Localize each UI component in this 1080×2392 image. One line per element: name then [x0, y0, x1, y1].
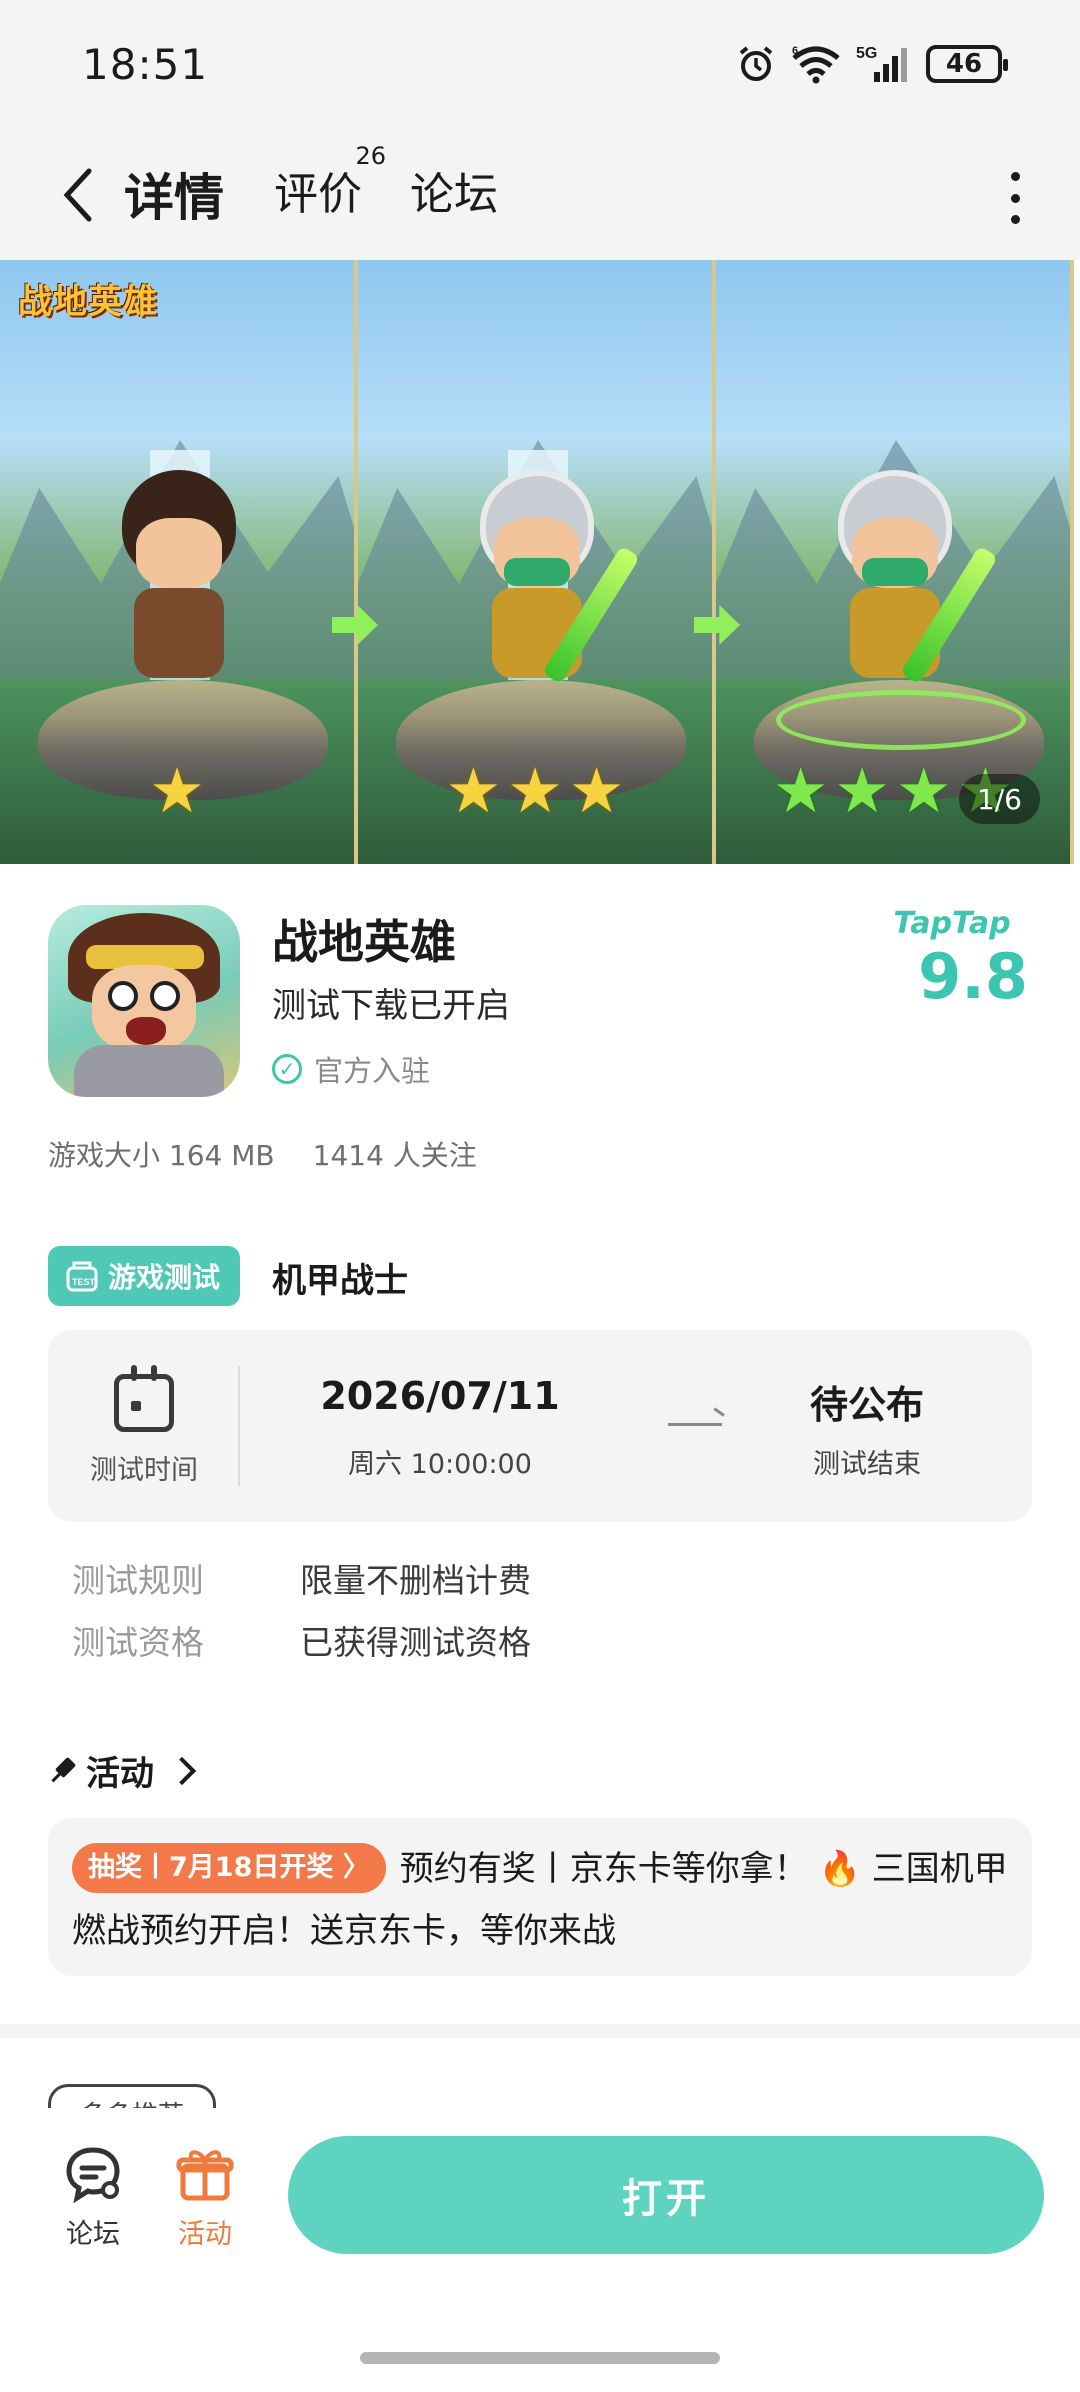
screenshot-carousel[interactable]: ★ 战地英雄 ★ ★ ★ ★ ★ ★ ★ 1/6	[0, 260, 1080, 864]
pin-icon	[42, 1751, 82, 1791]
test-name: 机甲战士	[272, 1261, 408, 1301]
signal-icon: 5G	[856, 45, 907, 82]
qualification-key: 测试资格	[72, 1623, 204, 1662]
more-vertical-icon	[1010, 172, 1020, 181]
app-subtitle: 测试下载已开启	[272, 986, 510, 1026]
activity-section-header[interactable]: 活动	[48, 1746, 197, 1795]
carousel-panel: ★ ★ ★ ★	[716, 260, 1074, 864]
svg-text:TEST: TEST	[72, 1277, 96, 1287]
lottery-badge: 抽奖丨7月18日开奖 〉	[72, 1843, 386, 1893]
hero-character	[104, 470, 254, 700]
tab-detail-label: 详情	[124, 169, 224, 227]
back-arrow-icon	[63, 168, 92, 222]
test-time-label: 测试时间	[90, 1455, 198, 1486]
network-type: 5G	[856, 45, 877, 62]
carousel-counter: 1/6	[958, 774, 1040, 824]
verified-check-icon: ✓	[272, 1054, 302, 1084]
rating-score[interactable]: 9.8	[918, 940, 1028, 1013]
qualification-value: 已获得测试资格	[300, 1623, 531, 1662]
wifi-icon: 6	[792, 45, 840, 84]
status-bar: 18:51 6 5G 46	[0, 0, 1080, 130]
app-meta: 游戏大小 164 MB 1414 人关注	[48, 1134, 477, 1174]
game-logo: 战地英雄	[18, 282, 158, 322]
alarm-icon	[739, 46, 773, 81]
app-icon	[48, 905, 240, 1097]
activity-title: 活动	[86, 1754, 154, 1794]
test-qualification-row: 测试资格 已获得测试资格	[72, 1616, 531, 1664]
official-badge: ✓ 官方入驻	[272, 1048, 430, 1090]
open-button[interactable]: 打开	[288, 2136, 1044, 2254]
rule-key: 测试规则	[72, 1561, 204, 1600]
carousel-panel: ★ 战地英雄	[0, 260, 358, 864]
rule-value: 限量不删档计费	[300, 1561, 531, 1600]
battery-level: 46	[945, 49, 983, 79]
test-flask-icon: TEST	[66, 1261, 98, 1292]
test-rule-row: 测试规则 限量不删档计费	[72, 1554, 531, 1602]
review-count: 26	[355, 142, 386, 170]
divider	[238, 1366, 240, 1486]
calendar-icon	[114, 1365, 174, 1432]
more-options-button[interactable]	[990, 168, 1040, 228]
chevron-right-icon	[167, 1756, 197, 1785]
star-rating: ★	[149, 754, 205, 827]
nav-forum[interactable]: 论坛	[38, 2144, 148, 2251]
hero-character	[462, 470, 641, 700]
nav-activity[interactable]: 活动	[150, 2144, 260, 2251]
top-navigation: 详情 评价 26 论坛	[0, 130, 1080, 260]
game-size: 游戏大小 164 MB	[48, 1139, 275, 1172]
nav-forum-label: 论坛	[66, 2219, 120, 2250]
status-time: 18:51	[82, 40, 209, 89]
forum-icon	[66, 2147, 120, 2204]
tab-review-label: 评价	[274, 169, 362, 220]
tab-review[interactable]: 评价 26	[274, 142, 386, 222]
tab-detail[interactable]: 详情	[124, 158, 224, 234]
game-test-tag: TEST 游戏测试	[48, 1246, 241, 1306]
wifi-superscript: 6	[792, 45, 798, 57]
test-start-date: 2026/07/11	[320, 1374, 560, 1418]
official-label: 官方入驻	[314, 1054, 431, 1088]
taptap-brand: TapTap	[893, 906, 1011, 941]
status-icons: 6 5G 46	[736, 44, 1008, 84]
bottom-action-bar: 论坛 活动 打开	[0, 2108, 1080, 2392]
hero-character	[820, 470, 999, 700]
arrow-right-icon	[668, 1420, 726, 1428]
test-schedule-card: 测试时间 2026/07/11 周六 10:00:00 待公布 测试结束	[48, 1330, 1032, 1522]
section-separator	[0, 2024, 1080, 2038]
carousel-panel: ★ ★ ★	[358, 260, 716, 864]
test-end-status: 待公布	[809, 1383, 924, 1427]
activity-card[interactable]: 抽奖丨7月18日开奖 〉预约有奖丨京东卡等你拿！ 🔥 三国机甲燃战预约开启！送京…	[48, 1818, 1032, 1976]
home-indicator[interactable]	[360, 2352, 720, 2364]
battery-icon: 46	[926, 45, 1008, 83]
tab-forum-label: 论坛	[410, 169, 498, 220]
nav-activity-label: 活动	[178, 2219, 232, 2250]
follower-count: 1414 人关注	[312, 1139, 477, 1172]
test-start-time: 周六 10:00:00	[348, 1449, 532, 1480]
back-button[interactable]	[48, 160, 108, 230]
tab-forum[interactable]: 论坛	[410, 158, 498, 222]
star-rating: ★ ★ ★	[445, 754, 625, 827]
app-name: 战地英雄	[272, 915, 456, 969]
test-end-label: 测试结束	[813, 1449, 921, 1480]
game-test-label: 游戏测试	[108, 1261, 221, 1294]
gift-icon	[176, 2150, 234, 2201]
